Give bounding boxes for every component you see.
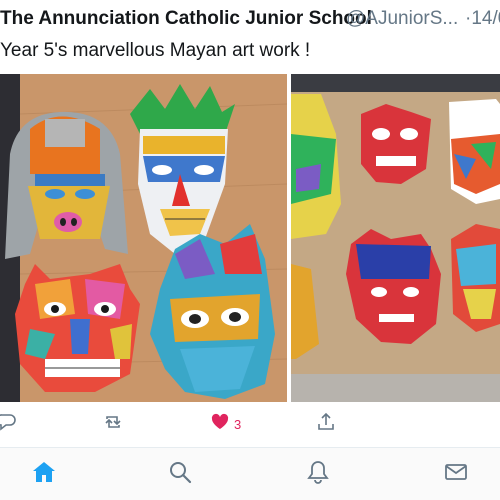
notifications-bell-icon <box>305 459 331 490</box>
share-button[interactable] <box>316 410 336 438</box>
like-button[interactable]: 3 <box>210 410 241 438</box>
author-name[interactable]: The Annunciation Catholic Junior School <box>0 8 372 30</box>
bottom-tab-bar <box>0 448 500 500</box>
heart-icon <box>210 412 230 437</box>
tab-home[interactable] <box>28 458 60 490</box>
tab-search[interactable] <box>164 458 196 490</box>
tweet-timestamp[interactable]: ·14/0 <box>465 8 500 30</box>
reply-icon <box>0 412 16 437</box>
retweet-button[interactable] <box>103 410 123 438</box>
home-icon <box>31 459 57 490</box>
tweet-media[interactable] <box>0 74 500 402</box>
retweet-icon <box>103 412 123 437</box>
reply-button[interactable] <box>0 410 16 438</box>
tweet-text: Year 5's marvellous Mayan art work ! <box>0 40 311 61</box>
photo-masks-left[interactable] <box>0 74 287 402</box>
author-handle[interactable]: @AJuniorS... <box>346 8 458 30</box>
tab-messages[interactable] <box>440 458 472 490</box>
tweet-header: The Annunciation Catholic Junior School … <box>0 8 500 34</box>
tweet-actions: 3 <box>0 410 500 438</box>
tab-notifications[interactable] <box>302 458 334 490</box>
photo-masks-right[interactable] <box>291 74 500 402</box>
search-icon <box>167 459 193 490</box>
messages-envelope-icon <box>443 459 469 490</box>
like-count: 3 <box>234 416 242 432</box>
share-icon <box>316 412 336 437</box>
